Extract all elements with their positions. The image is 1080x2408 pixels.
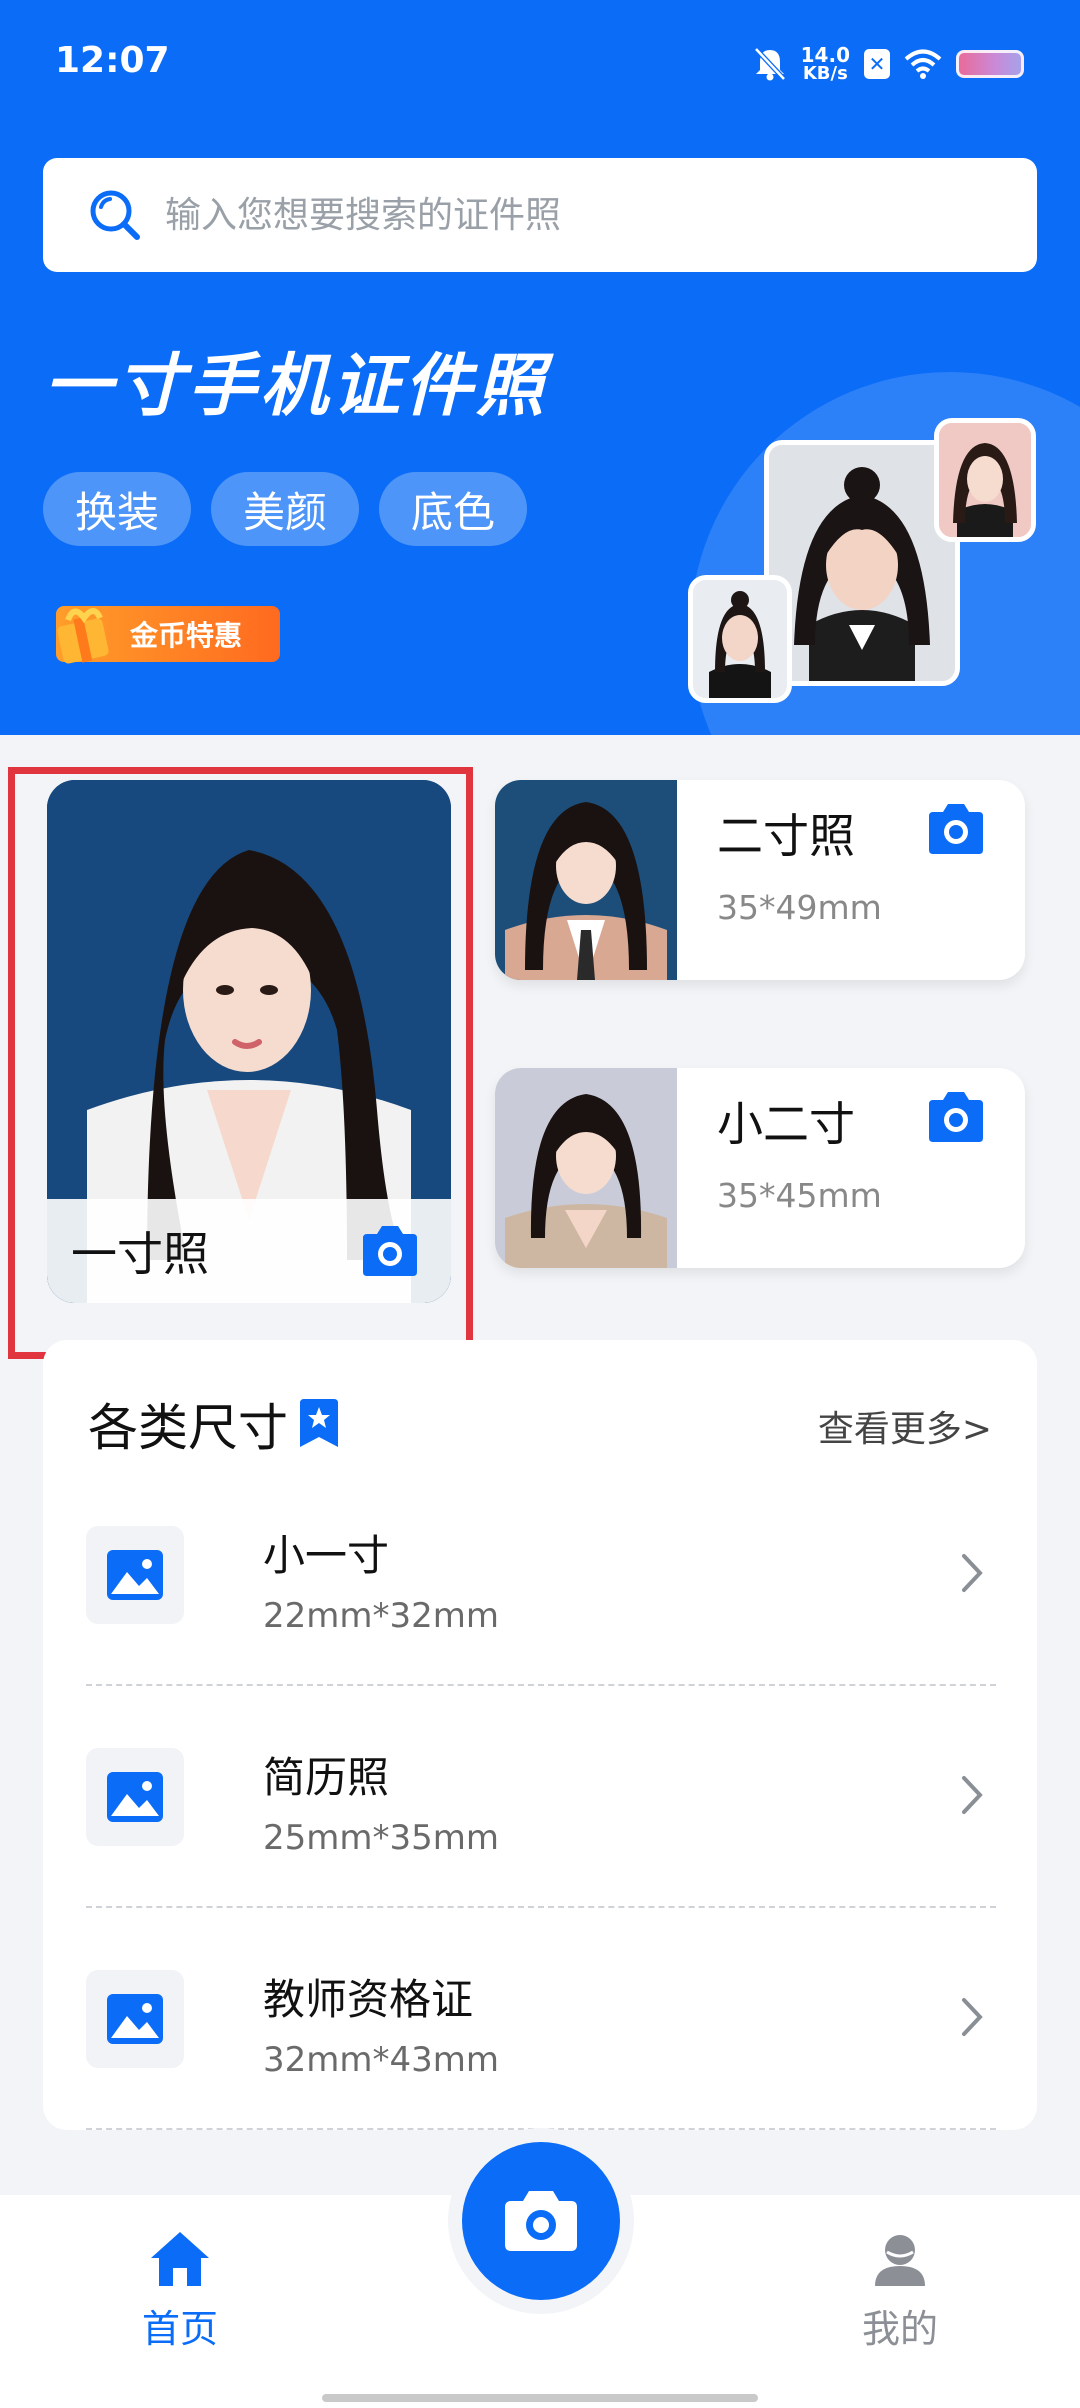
coin-promo-badge[interactable]: 金币特惠: [56, 606, 280, 664]
card-two-inch-title: 二寸照: [717, 809, 855, 863]
network-speed: 14.0 KB/s: [800, 43, 850, 84]
camera-capture-button[interactable]: [462, 2142, 620, 2300]
search-input[interactable]: [165, 194, 965, 236]
status-time: 12:07: [55, 40, 170, 81]
sample-portrait-small: [688, 575, 792, 703]
gift-icon: [57, 608, 109, 664]
size-item-resume-photo[interactable]: 简历照 25mm*35mm: [86, 1686, 996, 1908]
sizes-section: 各类尺寸 查看更多> 小一寸 22mm*32mm 简历照 25mm*35mm 教…: [43, 1340, 1037, 2130]
two-inch-sample-photo: [495, 780, 677, 980]
size-item-icon-box: [86, 1748, 184, 1846]
chevron-right-icon: [962, 1776, 983, 1814]
notification-x-icon: ✕: [864, 49, 890, 79]
chevron-right-icon: [962, 1998, 983, 2036]
feature-tags: 换装 美颜 底色: [43, 472, 528, 546]
size-item-icon-box: [86, 1526, 184, 1624]
user-icon: [875, 2235, 925, 2286]
wifi-icon: [904, 49, 942, 79]
system-home-indicator[interactable]: [322, 2394, 758, 2402]
size-item-name: 简历照: [263, 1753, 390, 1802]
battery-icon: [956, 50, 1024, 78]
size-item-icon-box: [86, 1970, 184, 2068]
bell-muted-icon: [753, 47, 786, 81]
selection-highlight-box: [8, 767, 473, 1359]
hero-header: 12:07 14.0 KB/s ✕ 输入您想要搜索的证件照 一寸手机证件照 换装…: [0, 0, 1080, 735]
tag-outfit-change[interactable]: 换装: [43, 472, 192, 546]
sample-portrait-main: [764, 440, 960, 686]
size-item-dimensions: 22mm*32mm: [263, 1596, 500, 1636]
image-icon: [107, 1994, 163, 2044]
home-icon: [151, 2232, 209, 2286]
hero-title: 一寸手机证件照: [44, 347, 549, 426]
nav-home[interactable]: 首页: [100, 2230, 260, 2353]
card-small-two-inch-size: 35*45mm: [717, 1176, 882, 1215]
nav-mine[interactable]: 我的: [820, 2230, 980, 2353]
card-small-two-inch-title: 小二寸: [717, 1097, 855, 1151]
small-two-inch-sample-photo: [495, 1068, 677, 1268]
size-item-dimensions: 32mm*43mm: [263, 2040, 500, 2080]
status-icons: 14.0 KB/s ✕: [753, 42, 1024, 86]
camera-icon[interactable]: [925, 802, 987, 856]
size-item-teacher-certificate[interactable]: 教师资格证 32mm*43mm: [86, 1908, 996, 2130]
status-bar: 12:07 14.0 KB/s ✕: [0, 0, 1080, 120]
camera-icon[interactable]: [925, 1090, 987, 1144]
nav-mine-label: 我的: [861, 2307, 938, 2351]
image-icon: [107, 1772, 163, 1822]
chevron-right-icon: [962, 1554, 983, 1592]
card-small-two-inch[interactable]: 小二寸 35*45mm: [495, 1068, 1025, 1268]
tag-beautify[interactable]: 美颜: [211, 472, 360, 546]
search-icon: [90, 190, 140, 240]
size-item-small-one-inch[interactable]: 小一寸 22mm*32mm: [86, 1464, 996, 1686]
view-more-link[interactable]: 查看更多>: [818, 1400, 992, 1452]
sizes-section-title: 各类尺寸: [88, 1388, 342, 1460]
nav-home-label: 首页: [141, 2307, 218, 2351]
sizes-title-text: 各类尺寸: [88, 1399, 288, 1457]
coin-promo-label: 金币特惠: [130, 619, 243, 652]
size-item-dimensions: 25mm*35mm: [263, 1818, 500, 1858]
card-two-inch[interactable]: 二寸照 35*49mm: [495, 780, 1025, 980]
image-icon: [107, 1550, 163, 1600]
search-bar[interactable]: [43, 158, 1037, 272]
camera-icon: [505, 2191, 577, 2251]
card-two-inch-size: 35*49mm: [717, 888, 882, 927]
bookmark-star-icon: [300, 1399, 338, 1447]
tag-background-color[interactable]: 底色: [379, 472, 528, 546]
size-item-name: 小一寸: [263, 1531, 390, 1580]
divider: [86, 2128, 996, 2130]
sample-portrait-small: [934, 418, 1036, 542]
size-item-name: 教师资格证: [263, 1975, 474, 2024]
